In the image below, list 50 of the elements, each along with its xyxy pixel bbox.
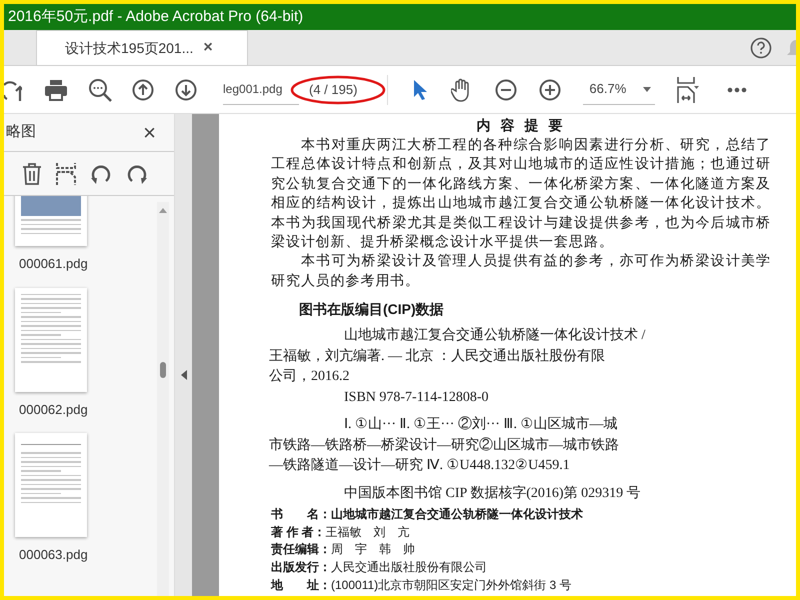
scrollbar[interactable] [157,202,169,596]
thumbnail-label: 000061.pdg [19,255,88,273]
page-number-field[interactable]: leg001.pdg [223,74,299,104]
select-cursor-icon[interactable] [413,78,428,100]
help-icon[interactable] [750,37,772,59]
detail-label: 书 名： [271,506,331,524]
zoom-out-icon[interactable] [495,78,518,100]
zoom-in-icon[interactable] [539,78,562,100]
page-extract-icon[interactable] [56,162,76,184]
page-count: (4 / 195) [309,80,358,99]
next-page-icon[interactable] [175,78,197,100]
page-thumbnail[interactable] [15,288,87,392]
scroll-thumb[interactable] [160,362,166,378]
thumbnail-label: 000062.pdg [19,400,88,419]
rotate-right-icon[interactable] [126,162,148,184]
page-heading: 内 容 提 要 [476,116,566,134]
detail-value: 周 宇 韩 帅 [331,541,415,558]
fit-page-icon[interactable] [677,76,700,102]
cip-text: ISBN 978-7-114-12808-0 [344,388,490,407]
document-tab[interactable]: 设计技术195页201... × [36,30,248,65]
cip-heading: 图书在版编目(CIP)数据 [299,300,445,318]
caret-icon [643,86,652,92]
detail-label: 著 作 者： [271,524,326,541]
cip-text: Ⅰ. ①山··· Ⅱ. ①王··· ②刘··· Ⅲ. ①山区城市—城 市铁路—铁路桥—桥梁设计—研究②山区城市—城市铁路 —铁路隧道—设计—研究 Ⅳ. ①U448.132②U459.1 [269,415,620,476]
detail-value: (100011)北京市朝阳区安定门外外馆斜街 3 号 [331,576,572,594]
zoom-dropdown[interactable]: 66.7% [583,74,656,104]
body-paragraph: 本书可为桥梁设计及管理人员提供有益的参考，亦可作为桥梁设计美学研究人员的参考用书。 [271,251,771,290]
rotate-left-icon[interactable] [90,162,112,184]
body-paragraph: 本书对重庆两江大桥工程的各种综合影响因素进行分析、研究，总结了工程总体设计特点和创新点，及其对山地城市的适应性设计措施；也通过研究公轨复合交通下的一体化路线方案、一体化桥梁方案、一体化隧道方案及相应的结构设计，提炼出山地城市越江复合交通公轨桥隧一体化设计技术。本书为我国现代桥梁尤其是类似工程设计与建设提供参考，也为今后城市桥梁设计创新、提升桥梁概念设计水平提供一套思路。 [271,135,771,252]
panel-title: 略图 [6,122,36,142]
window-title: 2016年50元.pdf - Adobe Acrobat Pro (64-bit) [8,6,304,27]
detail-value: 王福敏 刘 亢 [326,524,410,541]
cip-text: 中国版本图书馆 CIP 数据核字(2016)第 029319 号 [344,484,642,503]
more-icon[interactable] [727,86,748,92]
trash-icon[interactable] [22,162,42,184]
close-button[interactable]: × [143,122,156,144]
print-icon[interactable] [44,78,68,100]
detail-value: 山地城市越江复合交通公轨桥隧一体化设计技术 [331,506,583,524]
page-thumbnail[interactable] [15,196,87,246]
detail-label: 责任编辑： [271,541,331,558]
zoom-search-icon[interactable] [88,78,112,102]
tab-close-button[interactable]: × [203,36,213,60]
previous-page-icon[interactable] [132,78,154,100]
page-thumbnail[interactable] [15,433,87,537]
collapse-arrow-icon[interactable] [180,370,186,380]
detail-label: 地 址： [271,576,331,594]
detail-value: 人民交通出版社股份有限公司 [331,559,487,576]
cip-text: 山地城市越江复合交通公轨桥隧一体化设计技术 / 王福敏，刘亢编著. — 北京 ：人民交通出版社股份有限 公司，2016.2 [269,326,646,386]
thumbnail-label: 000063.pdg [19,546,88,564]
detail-label: 出版发行： [271,559,331,576]
